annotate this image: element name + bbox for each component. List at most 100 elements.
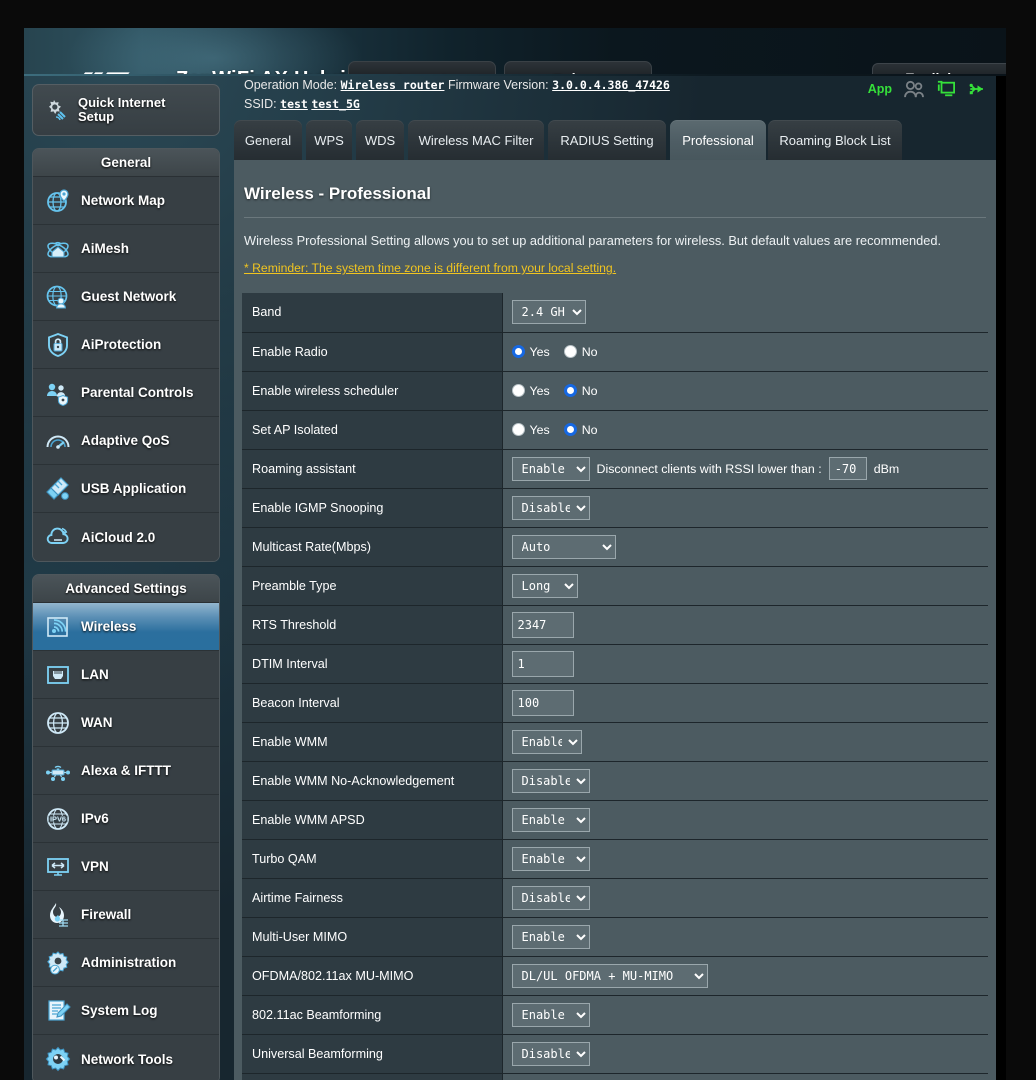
sidebar-item-ipv6[interactable]: IPV6 IPv6 <box>33 795 219 843</box>
sidebar-group-advanced-header: Advanced Settings <box>33 575 219 603</box>
window-frame-top <box>0 0 1036 28</box>
usb-device-icon[interactable] <box>936 80 956 98</box>
professional-settings-table: Band 2.4 GHz Enable Radio <box>242 293 988 1080</box>
usb-icon[interactable] <box>967 80 988 98</box>
label-wmm-no-ack: Enable WMM No-Acknowledgement <box>242 761 502 800</box>
reboot-button[interactable]: Reboot <box>504 61 652 76</box>
airtime-fairness-select[interactable]: Disable <box>512 886 590 910</box>
wmm-no-ack-select[interactable]: Disable <box>512 769 590 793</box>
row-enable-wmm: Enable WMM Enable <box>242 722 988 761</box>
row-rts-threshold: RTS Threshold <box>242 605 988 644</box>
sidebar-item-aicloud[interactable]: AiCloud 2.0 <box>33 513 219 561</box>
sidebar-item-firewall[interactable]: Firewall <box>33 891 219 939</box>
logout-button[interactable]: Logout <box>348 61 496 76</box>
sidebar-item-network-tools[interactable]: Network Tools <box>33 1035 219 1080</box>
firmware-label: Firmware Version: <box>448 78 549 92</box>
scheduler-no[interactable]: No <box>564 384 598 398</box>
band-select[interactable]: 2.4 GHz <box>512 300 586 324</box>
sidebar-item-adaptive-qos[interactable]: Adaptive QoS <box>33 417 219 465</box>
sidebar-item-aimesh[interactable]: AiMesh <box>33 225 219 273</box>
wmm-apsd-select[interactable]: Enable <box>512 808 590 832</box>
turbo-qam-select[interactable]: Enable <box>512 847 590 871</box>
label-wmm-apsd: Enable WMM APSD <box>242 800 502 839</box>
sidebar-label: Guest Network <box>81 289 176 304</box>
aiprotection-icon <box>45 332 71 358</box>
row-beamforming-ac: 802.11ac Beamforming Enable <box>242 995 988 1034</box>
multi-user-mimo-select[interactable]: Enable <box>512 925 590 949</box>
tab-general[interactable]: General <box>234 120 302 160</box>
tab-professional[interactable]: Professional <box>670 120 766 160</box>
ssid-value-5g[interactable]: test_5G <box>311 97 359 111</box>
rts-threshold-input[interactable] <box>512 612 574 638</box>
beacon-interval-input[interactable] <box>512 690 574 716</box>
window-frame-gap <box>996 28 1006 1080</box>
sidebar-item-lan[interactable]: LAN <box>33 651 219 699</box>
tab-wds[interactable]: WDS <box>356 120 404 160</box>
sidebar-label: Wireless <box>81 619 136 634</box>
ap-isolated-yes[interactable]: Yes <box>512 423 550 437</box>
sidebar-item-system-log[interactable]: System Log <box>33 987 219 1035</box>
settings-tab-bar: General WPS WDS Wireless MAC Filter RADI… <box>234 120 996 160</box>
quick-setup-icon <box>43 97 69 123</box>
sidebar-item-administration[interactable]: Administration <box>33 939 219 987</box>
multicast-rate-select[interactable]: Auto <box>512 535 616 559</box>
ssid-value-24g[interactable]: test <box>280 97 308 111</box>
igmp-snooping-select[interactable]: Disable <box>512 496 590 520</box>
sidebar-navigation: Quick Internet Setup General Network Map <box>32 84 220 1080</box>
roaming-assistant-select[interactable]: Enable <box>512 457 590 481</box>
timezone-reminder-link[interactable]: * Reminder: The system time zone is diff… <box>244 261 616 275</box>
tab-wireless-mac-filter[interactable]: Wireless MAC Filter <box>408 120 544 160</box>
sidebar-item-network-map[interactable]: Network Map <box>33 177 219 225</box>
rssi-threshold-input[interactable] <box>829 457 867 480</box>
enable-radio-yes[interactable]: Yes <box>512 345 550 359</box>
row-multicast-rate: Multicast Rate(Mbps) Auto <box>242 527 988 566</box>
preamble-type-select[interactable]: Long <box>512 574 578 598</box>
app-header-banner: SUS ZenWiFi AX Hybrid Logout Reboot Engl… <box>24 28 1006 76</box>
sidebar-label: Adaptive QoS <box>81 433 170 448</box>
language-selector[interactable]: English <box>872 63 1006 76</box>
enable-radio-no[interactable]: No <box>564 345 598 359</box>
tab-wps[interactable]: WPS <box>306 120 352 160</box>
status-icon-tray: App <box>868 80 988 98</box>
sidebar-label: Network Tools <box>81 1052 173 1067</box>
sidebar-item-alexa-ifttt[interactable]: Alexa & IFTTT <box>33 747 219 795</box>
label-ap-isolated: Set AP Isolated <box>242 410 502 449</box>
clients-icon[interactable] <box>903 80 925 98</box>
sidebar-item-aiprotection[interactable]: AiProtection <box>33 321 219 369</box>
beamforming-ac-select[interactable]: Enable <box>512 1003 590 1027</box>
sidebar-label: LAN <box>81 667 109 682</box>
label-beamforming-universal: Universal Beamforming <box>242 1034 502 1073</box>
sidebar-item-parental-controls[interactable]: Parental Controls <box>33 369 219 417</box>
tab-roaming-block-list[interactable]: Roaming Block List <box>768 120 902 160</box>
label-roaming-assistant: Roaming assistant <box>242 449 502 488</box>
brand-title: ZenWiFi AX Hybrid <box>176 68 358 76</box>
svg-text:SUS: SUS <box>101 73 128 76</box>
network-map-icon <box>45 188 71 214</box>
sidebar-item-wireless[interactable]: Wireless <box>33 603 219 651</box>
alexa-ifttt-icon <box>45 758 71 784</box>
label-enable-wmm: Enable WMM <box>242 722 502 761</box>
sidebar-item-wan[interactable]: WAN <box>33 699 219 747</box>
ssid-label: SSID: <box>244 97 277 111</box>
sidebar-item-usb-application[interactable]: USB Application <box>33 465 219 513</box>
row-wireless-scheduler: Enable wireless scheduler Yes No <box>242 371 988 410</box>
sidebar-item-vpn[interactable]: VPN <box>33 843 219 891</box>
tab-radius-setting[interactable]: RADIUS Setting <box>548 120 666 160</box>
beamforming-universal-select[interactable]: Disable <box>512 1042 590 1066</box>
firmware-value[interactable]: 3.0.0.4.386_47426 <box>552 78 670 92</box>
row-ap-isolated: Set AP Isolated Yes No <box>242 410 988 449</box>
sidebar-label: System Log <box>81 1003 158 1018</box>
row-ofdma: OFDMA/802.11ax MU-MIMO DL/UL OFDMA + MU-… <box>242 956 988 995</box>
ap-isolated-no[interactable]: No <box>564 423 598 437</box>
row-beamforming-universal: Universal Beamforming Disable <box>242 1034 988 1073</box>
label-airtime-fairness: Airtime Fairness <box>242 878 502 917</box>
scheduler-yes[interactable]: Yes <box>512 384 550 398</box>
sidebar-item-quick-internet-setup[interactable]: Quick Internet Setup <box>32 84 220 136</box>
row-dtim-interval: DTIM Interval <box>242 644 988 683</box>
ofdma-select[interactable]: DL/UL OFDMA + MU-MIMO <box>512 964 708 988</box>
sidebar-item-guest-network[interactable]: Guest Network <box>33 273 219 321</box>
operation-mode-value[interactable]: Wireless router <box>341 78 445 92</box>
app-label[interactable]: App <box>868 82 892 96</box>
enable-wmm-select[interactable]: Enable <box>512 730 582 754</box>
dtim-interval-input[interactable] <box>512 651 574 677</box>
